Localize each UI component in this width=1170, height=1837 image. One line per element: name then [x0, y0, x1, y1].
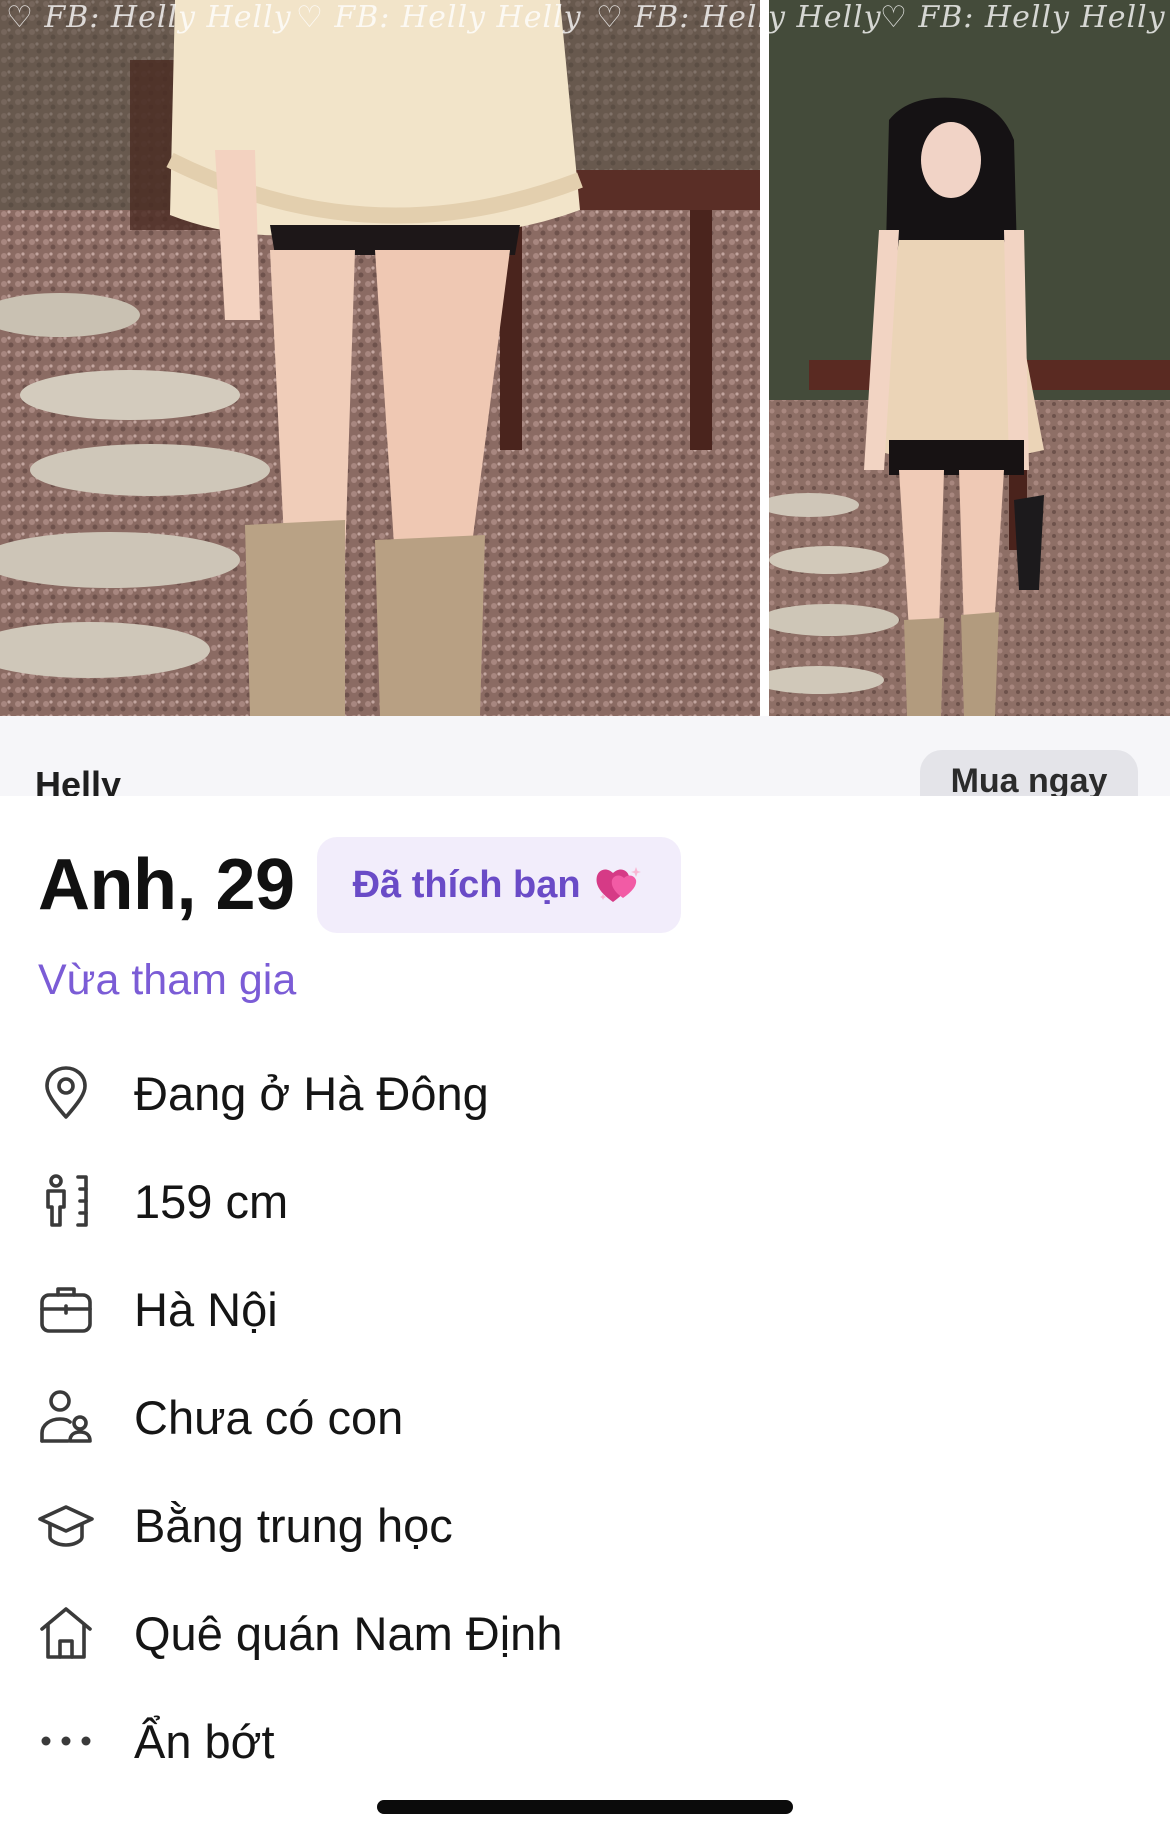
watermark-text: ♡ FB: Helly Helly — [296, 0, 582, 35]
photo-divider — [760, 0, 769, 716]
home-icon — [38, 1605, 94, 1661]
watermark-text: ♡ FB: Helly Helly — [6, 0, 292, 35]
profile-card: Anh, 29 Đã thích bạn Vừa tham gia Đang ở… — [0, 796, 1170, 1837]
detail-work: Hà Nội — [0, 1255, 1170, 1363]
detail-hometown: Quê quán Nam Định — [0, 1579, 1170, 1687]
join-status: Vừa tham gia — [38, 956, 297, 1004]
briefcase-icon — [38, 1281, 94, 1337]
detail-location: Đang ở Hà Đông — [0, 1039, 1170, 1147]
detail-label: Bằng trung học — [134, 1498, 453, 1552]
height-ruler-icon — [38, 1173, 94, 1229]
watermark-text: ♡ FB: Helly Helly — [880, 0, 1166, 35]
ad-strip: Helly Mua ngay — [0, 716, 1170, 796]
profile-name-age: Anh, 29 — [38, 845, 295, 925]
family-icon — [38, 1389, 94, 1445]
name-row: Anh, 29 Đã thích bạn — [38, 836, 681, 934]
ad-brand-name: Helly — [35, 764, 122, 796]
liked-you-badge: Đã thích bạn — [316, 837, 681, 933]
profile-details: Đang ở Hà Đông 159 cm Hà Nội Chưa có con… — [0, 1039, 1170, 1795]
sparkling-heart-icon — [596, 867, 641, 902]
profile-photo-closeup[interactable] — [0, 0, 760, 716]
detail-label: Quê quán Nam Định — [134, 1606, 563, 1660]
show-less-label[interactable]: Ẩn bớt — [134, 1714, 275, 1769]
detail-label: 159 cm — [134, 1174, 289, 1228]
detail-label: Đang ở Hà Đông — [134, 1066, 489, 1120]
location-pin-icon — [38, 1065, 94, 1121]
profile-photos[interactable]: ♡ FB: Helly Helly ♡ FB: Helly Helly ♡ FB… — [0, 0, 1170, 716]
detail-education: Bằng trung học — [0, 1471, 1170, 1579]
detail-label: Chưa có con — [134, 1390, 404, 1444]
detail-height: 159 cm — [0, 1147, 1170, 1255]
profile-photo-full[interactable] — [769, 0, 1170, 716]
show-less-button[interactable]: Ẩn bớt — [0, 1687, 1170, 1795]
detail-children: Chưa có con — [0, 1363, 1170, 1471]
liked-you-text: Đã thích bạn — [352, 863, 581, 906]
detail-label: Hà Nội — [134, 1282, 278, 1336]
graduation-cap-icon — [38, 1497, 94, 1553]
more-dots-icon — [38, 1713, 94, 1769]
home-indicator[interactable] — [377, 1800, 793, 1814]
photo-watermark: ♡ FB: Helly Helly ♡ FB: Helly Helly ♡ FB… — [0, 0, 1170, 40]
buy-now-button[interactable]: Mua ngay — [920, 750, 1138, 796]
buy-now-label: Mua ngay — [950, 762, 1108, 796]
watermark-text: ♡ FB: Helly Helly — [596, 0, 882, 35]
